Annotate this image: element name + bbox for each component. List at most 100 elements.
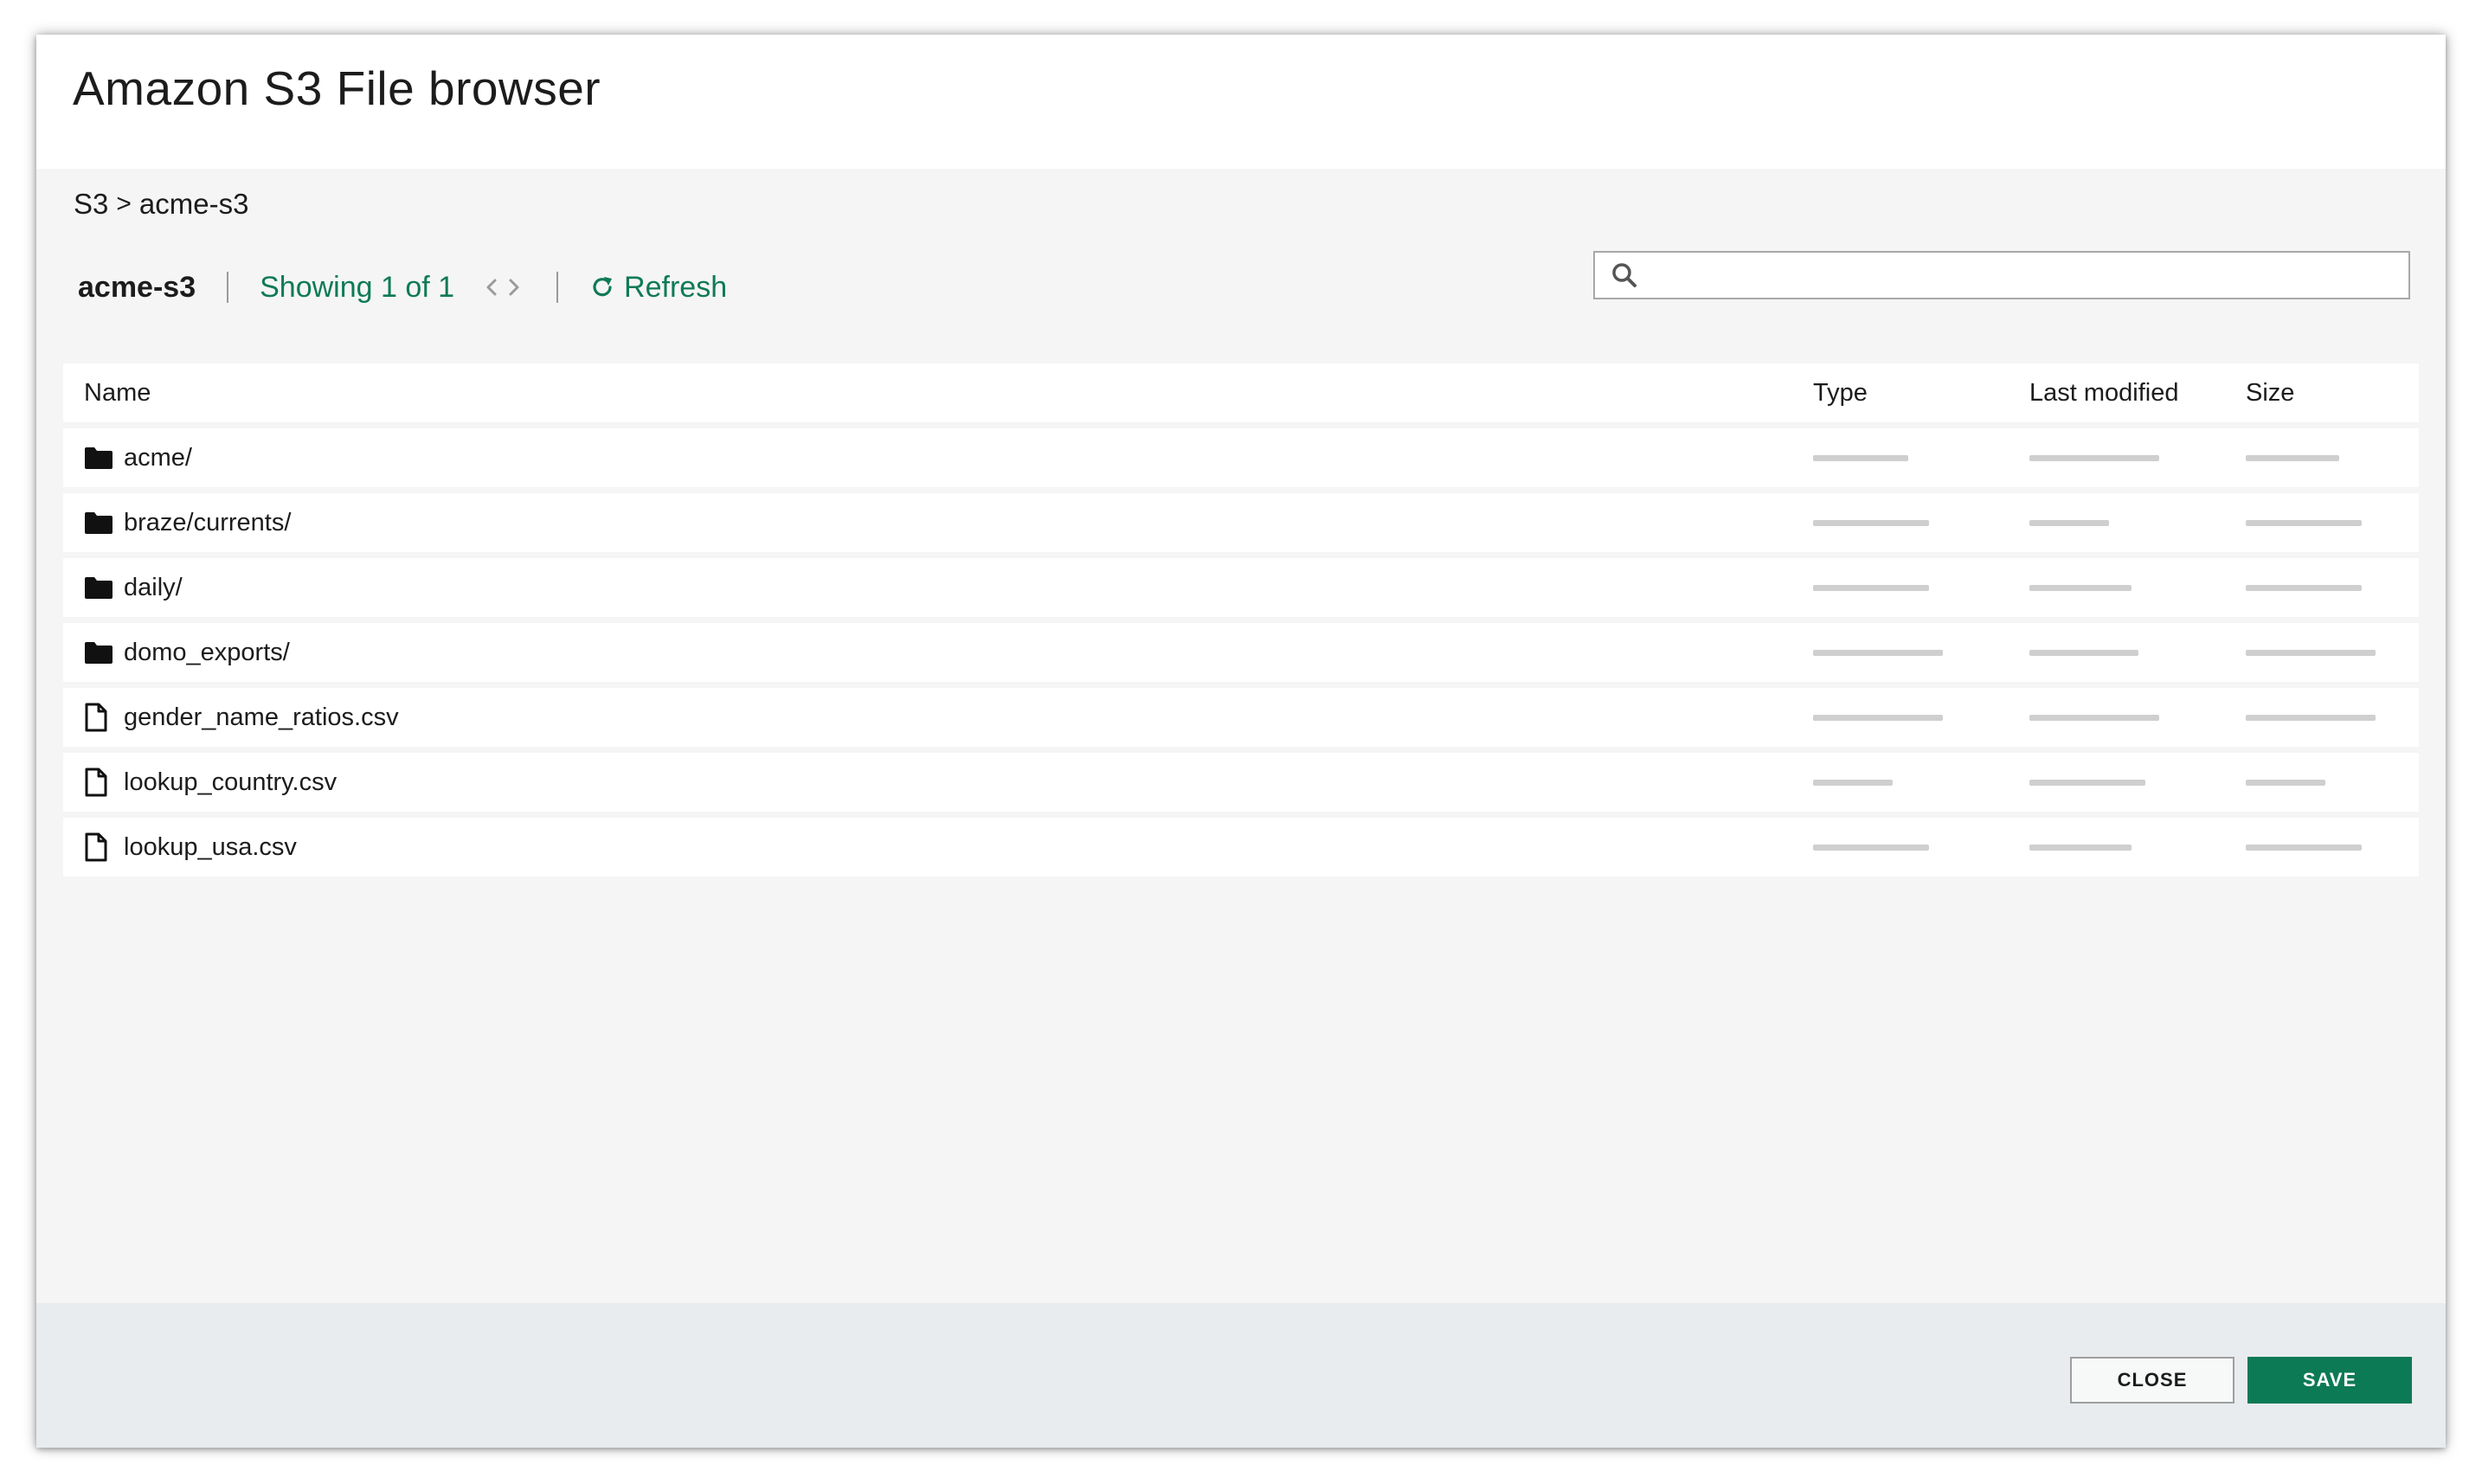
table-row[interactable]: braze/currents/ bbox=[63, 493, 2419, 552]
table-row[interactable]: daily/ bbox=[63, 558, 2419, 617]
cell-last-modified bbox=[2029, 649, 2246, 656]
file-name: gender_name_ratios.csv bbox=[124, 703, 399, 731]
table-header: Name Type Last modified Size bbox=[63, 363, 2419, 422]
cell-size bbox=[2246, 649, 2419, 656]
table-row[interactable]: lookup_country.csv bbox=[63, 753, 2419, 812]
file-name: domo_exports/ bbox=[124, 638, 290, 666]
cell-type bbox=[1813, 519, 2029, 526]
folder-icon bbox=[84, 640, 113, 665]
cell-type bbox=[1813, 844, 2029, 851]
breadcrumb-separator: > bbox=[116, 190, 132, 218]
cell-type bbox=[1813, 584, 2029, 591]
cell-size bbox=[2246, 714, 2419, 721]
loading-placeholder bbox=[2246, 519, 2362, 526]
file-icon bbox=[84, 832, 113, 862]
loading-placeholder bbox=[2029, 454, 2159, 461]
file-name: acme/ bbox=[124, 443, 192, 472]
breadcrumb-current: acme-s3 bbox=[138, 188, 249, 220]
loading-placeholder bbox=[2029, 714, 2159, 721]
loading-placeholder bbox=[2246, 584, 2362, 591]
cell-last-modified bbox=[2029, 844, 2246, 851]
breadcrumb-root[interactable]: S3 bbox=[74, 188, 108, 221]
dialog-header: Amazon S3 File browser bbox=[36, 35, 2446, 169]
loading-placeholder bbox=[1813, 584, 1929, 591]
column-header-size[interactable]: Size bbox=[2246, 379, 2419, 408]
cell-size bbox=[2246, 584, 2419, 591]
loading-placeholder bbox=[1813, 714, 1943, 721]
file-name: lookup_country.csv bbox=[124, 768, 338, 796]
file-icon bbox=[84, 703, 113, 732]
file-name: daily/ bbox=[124, 573, 183, 601]
folder-icon bbox=[84, 446, 113, 470]
cell-size bbox=[2246, 454, 2419, 461]
loading-placeholder bbox=[2029, 779, 2145, 786]
dialog-title: Amazon S3 File browser bbox=[73, 61, 601, 115]
column-header-type[interactable]: Type bbox=[1813, 379, 2029, 408]
pagination-status: Showing 1 of 1 bbox=[260, 270, 455, 304]
file-name: braze/currents/ bbox=[124, 508, 292, 536]
loading-placeholder bbox=[2246, 649, 2376, 656]
cell-type bbox=[1813, 779, 2029, 786]
cell-last-modified bbox=[2029, 454, 2246, 461]
save-button[interactable]: SAVE bbox=[2247, 1357, 2412, 1404]
cell-type bbox=[1813, 454, 2029, 461]
chevron-right-icon[interactable] bbox=[503, 272, 525, 303]
refresh-label: Refresh bbox=[624, 270, 728, 304]
table-row[interactable]: lookup_usa.csv bbox=[63, 818, 2419, 877]
cell-name: gender_name_ratios.csv bbox=[63, 703, 1813, 732]
column-header-last-modified[interactable]: Last modified bbox=[2029, 379, 2246, 408]
cell-name: daily/ bbox=[63, 574, 1813, 602]
loading-placeholder bbox=[1813, 779, 1893, 786]
cell-name: lookup_usa.csv bbox=[63, 832, 1813, 862]
cell-last-modified bbox=[2029, 519, 2246, 526]
folder-icon bbox=[84, 511, 113, 535]
cell-last-modified bbox=[2029, 584, 2246, 591]
cell-name: lookup_country.csv bbox=[63, 768, 1813, 797]
dialog-footer: CLOSE SAVE bbox=[36, 1303, 2446, 1448]
loading-placeholder bbox=[2029, 649, 2138, 656]
loading-placeholder bbox=[1813, 649, 1943, 656]
cell-last-modified bbox=[2029, 779, 2246, 786]
loading-placeholder bbox=[2246, 714, 2376, 721]
loading-placeholder bbox=[1813, 519, 1929, 526]
cell-type bbox=[1813, 649, 2029, 656]
table-row[interactable]: domo_exports/ bbox=[63, 623, 2419, 682]
close-button[interactable]: CLOSE bbox=[2070, 1357, 2234, 1404]
folder-icon bbox=[84, 575, 113, 600]
loading-placeholder bbox=[2029, 844, 2132, 851]
toolbar-divider bbox=[227, 272, 229, 303]
table-row[interactable]: gender_name_ratios.csv bbox=[63, 688, 2419, 747]
chevron-left-icon[interactable] bbox=[480, 272, 503, 303]
loading-placeholder bbox=[2029, 519, 2109, 526]
breadcrumb: S3 > acme-s3 bbox=[74, 188, 248, 221]
bucket-name: acme-s3 bbox=[78, 270, 196, 304]
file-table: Name Type Last modified Size acme/ braze… bbox=[63, 363, 2419, 877]
refresh-button[interactable]: Refresh bbox=[589, 271, 727, 305]
search-input[interactable] bbox=[1638, 252, 2408, 299]
pagination-controls bbox=[480, 272, 525, 303]
loading-placeholder bbox=[1813, 844, 1929, 851]
column-header-name[interactable]: Name bbox=[63, 379, 1813, 408]
loading-placeholder bbox=[1813, 454, 1908, 461]
file-name: lookup_usa.csv bbox=[124, 832, 297, 861]
loading-placeholder bbox=[2246, 454, 2339, 461]
table-row[interactable]: acme/ bbox=[63, 428, 2419, 487]
loading-placeholder bbox=[2246, 844, 2362, 851]
cell-size bbox=[2246, 779, 2419, 786]
search-box bbox=[1593, 251, 2410, 299]
cell-size bbox=[2246, 844, 2419, 851]
refresh-icon bbox=[589, 274, 624, 300]
file-icon bbox=[84, 768, 113, 797]
cell-size bbox=[2246, 519, 2419, 526]
loading-placeholder bbox=[2246, 779, 2325, 786]
s3-file-browser-dialog: Amazon S3 File browser S3 > acme-s3 acme… bbox=[36, 35, 2446, 1448]
cell-name: domo_exports/ bbox=[63, 639, 1813, 667]
cell-name: acme/ bbox=[63, 444, 1813, 472]
toolbar: acme-s3 Showing 1 of 1 Refresh bbox=[78, 261, 727, 313]
cell-name: braze/currents/ bbox=[63, 509, 1813, 537]
search-icon bbox=[1611, 261, 1638, 289]
cell-last-modified bbox=[2029, 714, 2246, 721]
cell-type bbox=[1813, 714, 2029, 721]
loading-placeholder bbox=[2029, 584, 2132, 591]
toolbar-divider bbox=[556, 272, 559, 303]
